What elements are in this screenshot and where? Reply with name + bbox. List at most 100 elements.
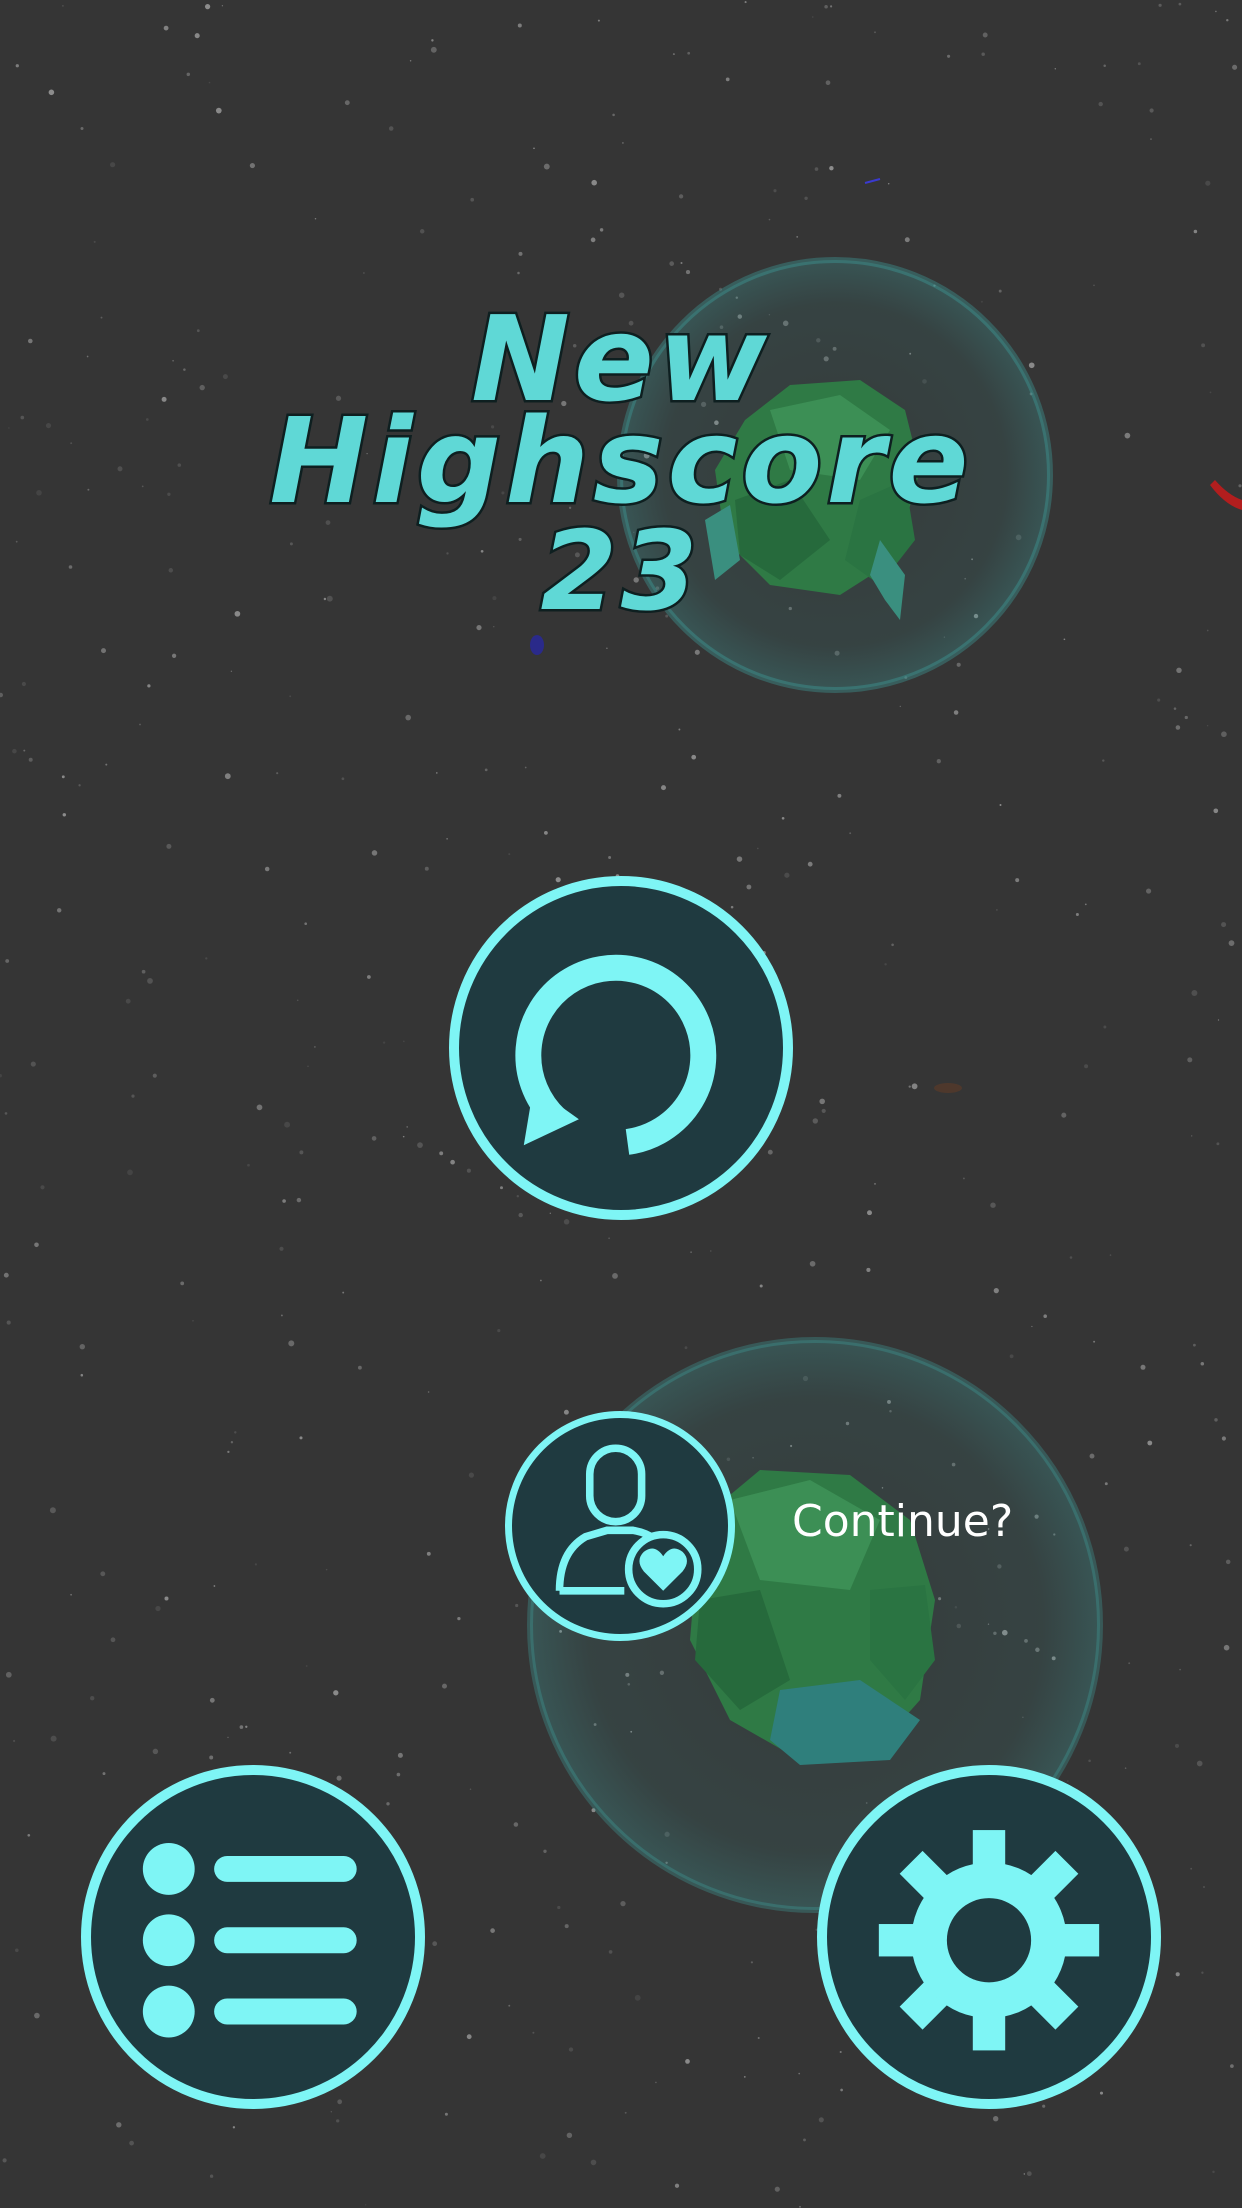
star xyxy=(371,1136,377,1141)
star xyxy=(6,1320,11,1325)
star xyxy=(109,162,116,168)
list-icon xyxy=(142,1843,357,2038)
star xyxy=(457,1616,461,1621)
star xyxy=(1174,1743,1180,1748)
star xyxy=(13,1739,16,1743)
star xyxy=(981,52,985,56)
star xyxy=(367,975,371,979)
star xyxy=(608,856,612,859)
star xyxy=(1069,1256,1073,1259)
star xyxy=(1084,1064,1089,1069)
star xyxy=(296,1197,302,1203)
star xyxy=(56,908,62,913)
star xyxy=(424,866,429,871)
star xyxy=(28,757,33,762)
star xyxy=(1103,64,1106,68)
star xyxy=(371,850,378,856)
star xyxy=(768,218,771,221)
star xyxy=(147,978,153,984)
star xyxy=(490,1928,495,1933)
star xyxy=(674,2183,680,2188)
star xyxy=(0,692,3,698)
gear-icon xyxy=(878,1830,1100,2051)
star xyxy=(382,1041,386,1044)
star xyxy=(829,165,834,171)
star xyxy=(1089,1453,1095,1459)
star xyxy=(264,866,270,872)
star xyxy=(655,2081,657,2084)
star xyxy=(208,81,211,84)
continue-button[interactable] xyxy=(505,1411,735,1641)
star xyxy=(276,772,279,775)
star xyxy=(1061,1112,1067,1118)
star xyxy=(336,2119,340,2123)
star xyxy=(402,1135,405,1138)
star xyxy=(908,1085,911,1088)
score-value: 23 xyxy=(538,507,702,635)
star xyxy=(1193,229,1198,234)
star xyxy=(365,2204,367,2206)
star xyxy=(1206,629,1209,632)
star xyxy=(397,1752,403,1758)
continue-label[interactable]: Continue? xyxy=(792,1500,1013,1544)
star xyxy=(289,695,292,698)
star xyxy=(484,768,488,772)
star xyxy=(194,33,200,39)
star xyxy=(1206,724,1209,727)
star xyxy=(164,1596,169,1601)
star xyxy=(227,1736,229,1739)
star xyxy=(444,2112,448,2116)
debris xyxy=(934,1083,962,1093)
leaderboard-button[interactable] xyxy=(81,1765,425,2109)
star xyxy=(439,1151,444,1156)
star xyxy=(634,1994,641,2001)
star xyxy=(342,1291,345,1294)
star xyxy=(1015,878,1020,883)
star xyxy=(1075,912,1079,917)
star xyxy=(215,107,222,114)
star xyxy=(232,2126,236,2129)
star xyxy=(1157,698,1161,702)
star xyxy=(566,2132,573,2139)
star xyxy=(469,1788,472,1790)
star xyxy=(304,922,308,926)
star xyxy=(993,1287,999,1294)
star xyxy=(344,100,350,106)
star xyxy=(947,54,951,58)
star xyxy=(4,1112,8,1115)
star xyxy=(990,1202,996,1208)
star xyxy=(867,1210,872,1216)
star xyxy=(337,2099,343,2105)
star xyxy=(1009,1354,1014,1359)
star xyxy=(743,2076,746,2078)
star xyxy=(296,999,299,1002)
star xyxy=(563,1409,569,1415)
star xyxy=(953,710,959,715)
star xyxy=(2,2158,7,2163)
star xyxy=(824,4,828,9)
star xyxy=(357,1365,362,1370)
star xyxy=(280,1314,283,1317)
star xyxy=(1124,1767,1127,1769)
star xyxy=(209,2174,214,2178)
settings-button[interactable] xyxy=(817,1765,1161,2109)
restart-button[interactable] xyxy=(449,876,793,1220)
star xyxy=(100,1571,106,1577)
star xyxy=(821,1108,826,1113)
star xyxy=(234,1431,237,1434)
star xyxy=(685,270,691,275)
star xyxy=(341,777,345,781)
star xyxy=(27,1833,31,1837)
star xyxy=(818,2117,824,2123)
star xyxy=(781,816,785,820)
star xyxy=(50,1735,57,1742)
star xyxy=(129,2140,134,2146)
star xyxy=(299,1436,303,1440)
star xyxy=(289,1751,292,1754)
star xyxy=(672,53,675,56)
star xyxy=(1196,1760,1203,1767)
star xyxy=(409,59,412,62)
star xyxy=(1225,1559,1231,1565)
star xyxy=(1088,1759,1091,1763)
star xyxy=(1109,1254,1112,1256)
